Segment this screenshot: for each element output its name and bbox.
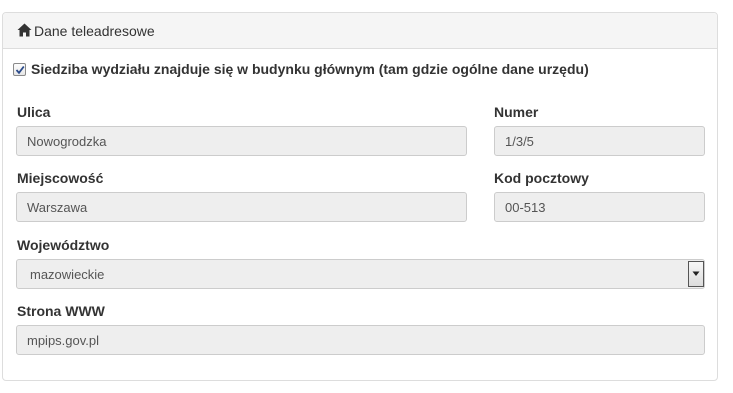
voivodeship-selected-value: mazowieckie: [30, 266, 105, 282]
website-label: Strona WWW: [17, 303, 105, 319]
voivodeship-label: Województwo: [17, 237, 110, 253]
main-building-checkbox-row[interactable]: Siedziba wydziału znajduje się w budynku…: [13, 61, 589, 77]
postal-code-field[interactable]: 00-513: [494, 192, 705, 222]
city-field[interactable]: Warszawa: [16, 192, 467, 222]
main-building-checkbox[interactable]: [13, 62, 26, 76]
chevron-down-icon: [692, 271, 700, 276]
home-icon: [17, 23, 32, 37]
panel-heading: Dane teleadresowe: [3, 13, 717, 49]
street-label: Ulica: [17, 104, 51, 120]
panel-title: Dane teleadresowe: [34, 22, 155, 39]
postal-code-label: Kod pocztowy: [494, 170, 589, 186]
dropdown-arrow-button[interactable]: [688, 261, 704, 287]
number-field[interactable]: 1/3/5: [494, 126, 705, 156]
main-building-checkbox-label: Siedziba wydziału znajduje się w budynku…: [31, 61, 589, 77]
voivodeship-select[interactable]: mazowieckie: [16, 259, 705, 289]
number-label: Numer: [494, 104, 539, 120]
website-field[interactable]: mpips.gov.pl: [16, 325, 705, 355]
city-label: Miejscowość: [17, 170, 104, 186]
street-field[interactable]: Nowogrodzka: [16, 126, 467, 156]
